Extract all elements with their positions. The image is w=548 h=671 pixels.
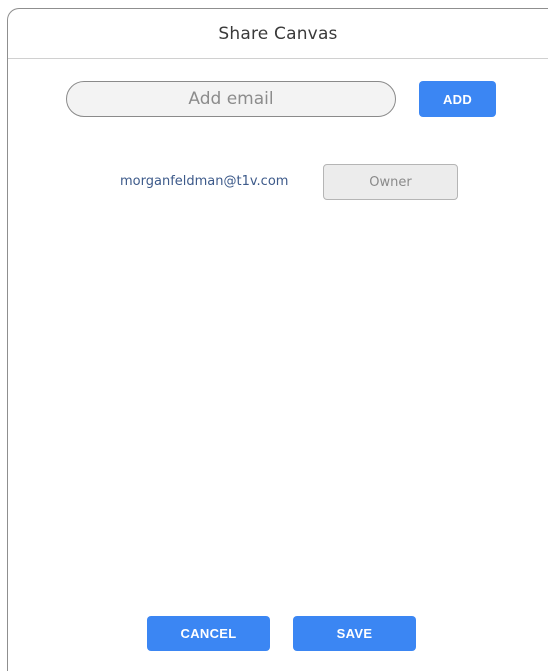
dialog-title: Share Canvas [218, 23, 338, 44]
member-row: morganfeldman@t1v.com Owner [8, 164, 548, 200]
cancel-button[interactable]: CANCEL [147, 616, 270, 651]
share-canvas-dialog: Share Canvas ADD morganfeldman@t1v.com O… [7, 8, 548, 671]
dialog-header: Share Canvas [8, 9, 548, 59]
member-role-button[interactable]: Owner [323, 164, 458, 200]
member-email: morganfeldman@t1v.com [120, 174, 289, 189]
add-button[interactable]: ADD [419, 81, 496, 117]
add-email-input[interactable] [66, 81, 396, 117]
save-button[interactable]: SAVE [293, 616, 416, 651]
